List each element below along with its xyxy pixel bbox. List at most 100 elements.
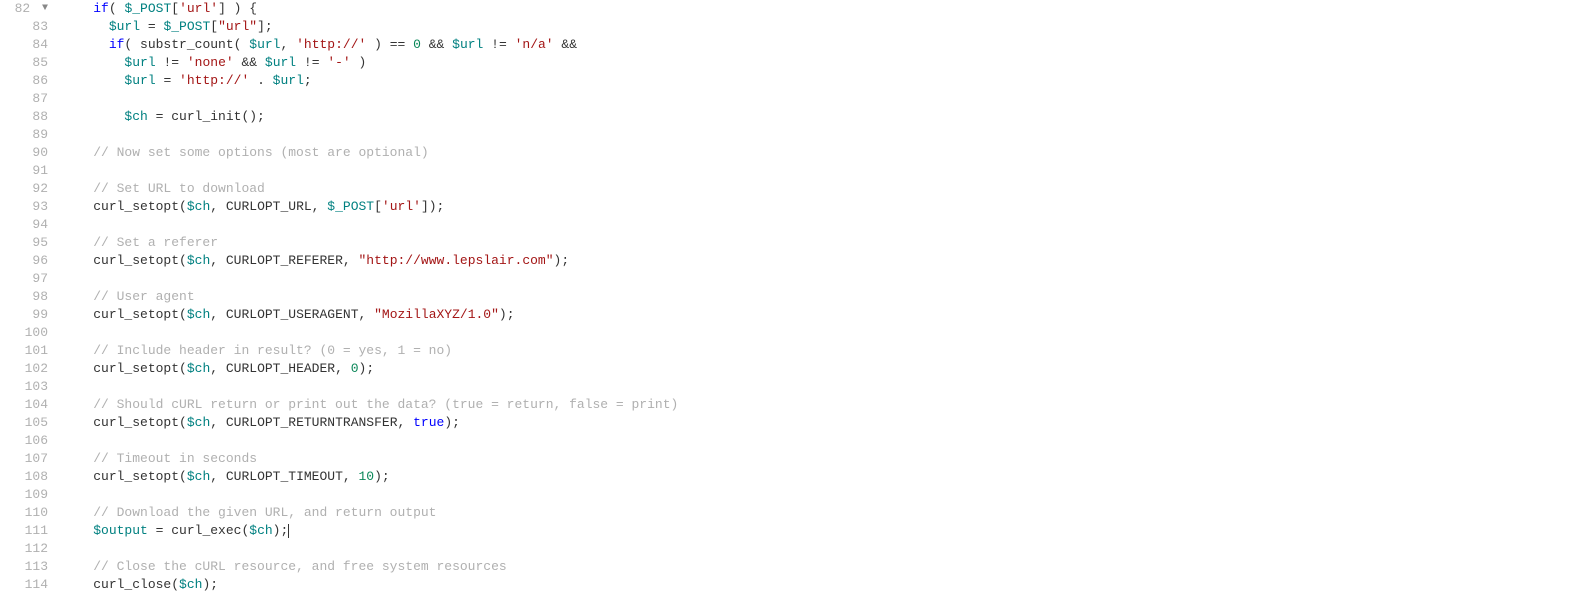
token-punct: ( [171,577,179,592]
code-line[interactable]: $url = $_POST["url"]; [62,18,678,36]
token-comment: // Should cURL return or print out the d… [93,397,678,412]
token-string: "http://www.lepslair.com" [359,253,554,268]
code-line[interactable]: curl_setopt($ch, CURLOPT_USERAGENT, "Moz… [62,306,678,324]
line-number[interactable]: 108 [0,468,48,486]
line-number[interactable]: 102 [0,360,48,378]
code-line[interactable]: curl_setopt($ch, CURLOPT_RETURNTRANSFER,… [62,414,678,432]
token-punct: = [156,73,179,88]
token-punct: ; [304,73,312,88]
line-number[interactable]: 99 [0,306,48,324]
line-number[interactable]: 91 [0,162,48,180]
code-line[interactable]: // Set a referer [62,234,678,252]
line-number[interactable]: 84 [0,36,48,54]
code-line[interactable]: curl_setopt($ch, CURLOPT_URL, $_POST['ur… [62,198,678,216]
line-number[interactable]: 110 [0,504,48,522]
token-var: $ch [179,577,202,592]
token-keyword: if [109,37,125,52]
code-line[interactable]: $ch = curl_init(); [62,108,678,126]
code-line[interactable]: curl_close($ch); [62,576,678,594]
code-line[interactable]: // Now set some options (most are option… [62,144,678,162]
token-punct: ]); [421,199,444,214]
token-var: $ch [187,199,210,214]
line-number[interactable]: 90 [0,144,48,162]
token-func: curl_setopt [93,361,179,376]
line-number[interactable]: 96 [0,252,48,270]
line-number[interactable]: 95 [0,234,48,252]
line-number[interactable]: 107 [0,450,48,468]
line-number[interactable]: 105 [0,414,48,432]
line-gutter[interactable]: 82 ▼838485868788899091929394959697989910… [0,0,54,594]
line-number[interactable]: 85 [0,54,48,72]
line-number[interactable]: 88 [0,108,48,126]
line-number[interactable]: 98 [0,288,48,306]
line-number[interactable]: 103 [0,378,48,396]
token-var: $url [452,37,483,52]
token-var: $ch [187,469,210,484]
line-number[interactable]: 112 [0,540,48,558]
code-line[interactable] [62,162,678,180]
code-line[interactable]: // Should cURL return or print out the d… [62,396,678,414]
code-line[interactable]: // Close the cURL resource, and free sys… [62,558,678,576]
line-number[interactable]: 106 [0,432,48,450]
code-line[interactable] [62,378,678,396]
fold-toggle-icon[interactable]: ▼ [38,0,48,18]
line-number[interactable]: 104 [0,396,48,414]
token-punct: , CURLOPT_HEADER, [210,361,350,376]
token-number: 0 [413,37,421,52]
code-line[interactable] [62,90,678,108]
line-number[interactable]: 111 [0,522,48,540]
token-func: curl_init [171,109,241,124]
code-line[interactable]: $url != 'none' && $url != '-' ) [62,54,678,72]
code-line[interactable] [62,540,678,558]
code-line[interactable] [62,432,678,450]
token-var: $ch [187,307,210,322]
code-line[interactable]: // Set URL to download [62,180,678,198]
token-var: $url [124,55,155,70]
code-line[interactable] [62,270,678,288]
token-string: 'url' [179,1,218,16]
token-var: $ch [124,109,147,124]
line-number[interactable]: 83 [0,18,48,36]
code-line[interactable]: if( $_POST['url'] ) { [62,0,678,18]
code-editor[interactable]: 82 ▼838485868788899091929394959697989910… [0,0,1585,594]
token-string: 'http://' [296,37,366,52]
line-number[interactable]: 94 [0,216,48,234]
line-number[interactable]: 100 [0,324,48,342]
token-var: $ch [187,253,210,268]
line-number[interactable]: 89 [0,126,48,144]
line-number[interactable]: 113 [0,558,48,576]
code-line[interactable]: $url = 'http://' . $url; [62,72,678,90]
token-comment: // Timeout in seconds [93,451,257,466]
code-line[interactable]: curl_setopt($ch, CURLOPT_HEADER, 0); [62,360,678,378]
code-line[interactable] [62,126,678,144]
code-line[interactable]: // Timeout in seconds [62,450,678,468]
line-number[interactable]: 92 [0,180,48,198]
code-line[interactable] [62,486,678,504]
token-punct: , CURLOPT_URL, [210,199,327,214]
line-number[interactable]: 114 [0,576,48,594]
token-punct: = [148,109,171,124]
line-number[interactable]: 82 ▼ [0,0,48,18]
line-number[interactable]: 109 [0,486,48,504]
token-punct: && [554,37,577,52]
line-number[interactable]: 93 [0,198,48,216]
token-punct: , [280,37,296,52]
code-line[interactable]: if( substr_count( $url, 'http://' ) == 0… [62,36,678,54]
line-number[interactable]: 86 [0,72,48,90]
code-line[interactable]: curl_setopt($ch, CURLOPT_TIMEOUT, 10); [62,468,678,486]
code-line[interactable]: curl_setopt($ch, CURLOPT_REFERER, "http:… [62,252,678,270]
token-punct: = [140,19,163,34]
code-line[interactable]: // User agent [62,288,678,306]
line-number[interactable]: 101 [0,342,48,360]
code-area[interactable]: if( $_POST['url'] ) { $url = $_POST["url… [54,0,678,594]
token-func: curl_setopt [93,253,179,268]
code-line[interactable] [62,324,678,342]
token-var: $url [124,73,155,88]
token-punct: ( [179,199,187,214]
code-line[interactable]: // Download the given URL, and return ou… [62,504,678,522]
line-number[interactable]: 87 [0,90,48,108]
code-line[interactable] [62,216,678,234]
line-number[interactable]: 97 [0,270,48,288]
code-line[interactable]: // Include header in result? (0 = yes, 1… [62,342,678,360]
code-line[interactable]: $output = curl_exec($ch); [62,522,678,540]
